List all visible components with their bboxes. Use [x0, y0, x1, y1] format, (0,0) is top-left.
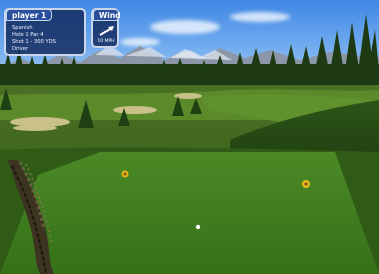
golf-ball [195, 224, 201, 230]
wind-title: Wind [93, 9, 121, 21]
wind-arrow-icon [99, 26, 114, 36]
tee-marker [123, 172, 127, 176]
wind-speed: 10 MPH [97, 39, 115, 44]
shot-info: Shot 1 - 300 YDS [12, 39, 56, 45]
wind-panel: Wind 10 MPH [91, 8, 121, 48]
course-name: Spanish [12, 25, 33, 31]
player-name: player 1 [6, 9, 53, 21]
player-info-panel: player 1 Spanish Hole 1 Par 4 Shot 1 - 3… [4, 8, 86, 56]
club-name: Driver [12, 46, 28, 52]
tee-marker [304, 182, 308, 186]
tee-box [0, 152, 379, 274]
game-viewport: player 1 Spanish Hole 1 Par 4 Shot 1 - 3… [0, 0, 379, 274]
hole-info: Hole 1 Par 4 [12, 32, 44, 38]
